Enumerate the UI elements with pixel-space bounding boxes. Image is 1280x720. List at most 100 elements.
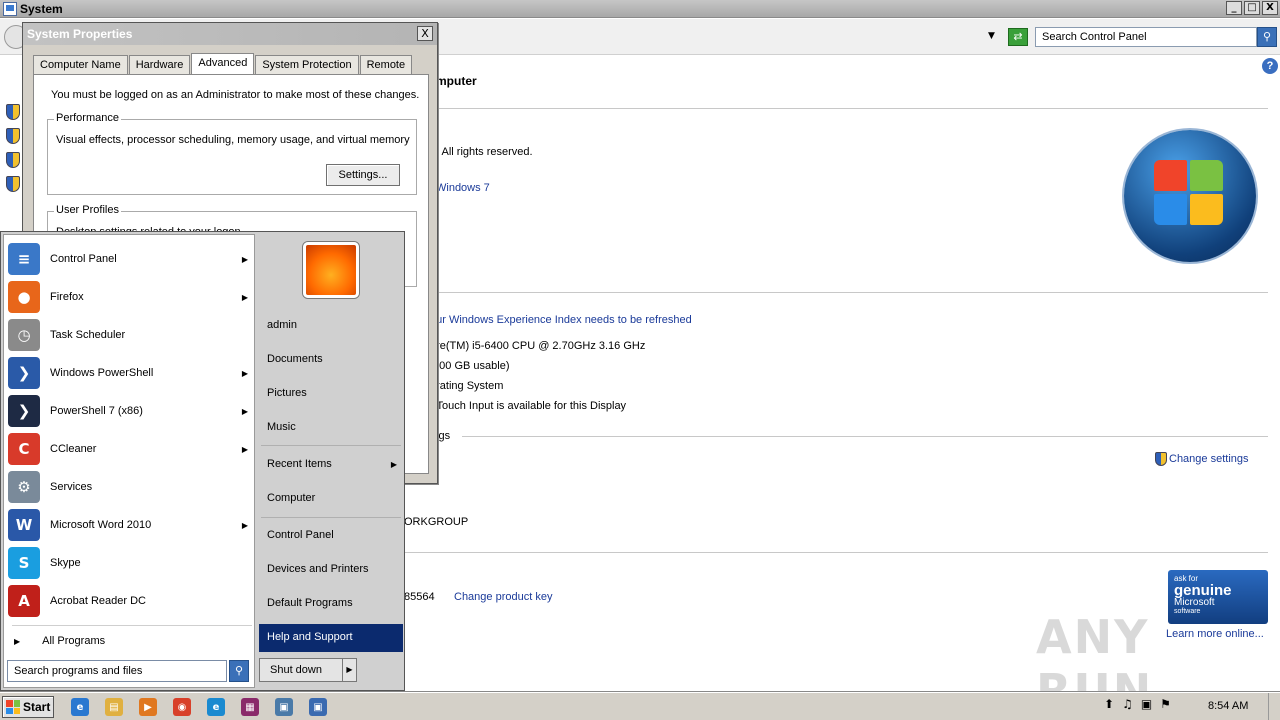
shield-icon[interactable] <box>6 152 20 168</box>
start-menu-place[interactable]: Control Panel <box>259 522 403 550</box>
start-menu-place[interactable]: Computer <box>259 485 403 513</box>
taskbar-button[interactable]: ▶ <box>134 696 162 718</box>
windows-flag-icon <box>1154 160 1226 228</box>
start-menu-place[interactable]: Devices and Printers <box>259 556 403 584</box>
shield-icon[interactable] <box>6 128 20 144</box>
network-icon[interactable]: ▣ <box>1141 697 1152 711</box>
tab-hardware[interactable]: Hardware <box>128 55 191 74</box>
dialog-tabs: Computer Name Hardware Advanced System P… <box>33 53 413 74</box>
tab-computer-name[interactable]: Computer Name <box>33 55 128 74</box>
start-menu-place[interactable]: Help and Support <box>259 624 403 652</box>
processor-value: ore(TM) i5-6400 CPU @ 2.70GHz 3.16 GHz <box>430 340 646 352</box>
tab-remote[interactable]: Remote <box>359 55 413 74</box>
change-settings-label[interactable]: Change settings <box>1169 453 1249 465</box>
window-titlebar: System _ □ X <box>0 0 1280 18</box>
start-menu-item[interactable]: C CCleaner ▶ <box>8 431 252 467</box>
media-player-icon: ▶ <box>139 698 157 716</box>
taskbar-button[interactable]: ◉ <box>168 696 196 718</box>
dialog-close-button[interactable]: X <box>417 26 433 41</box>
taskbar-button[interactable]: ▣ <box>270 696 298 718</box>
task-scheduler-icon: ◷ <box>8 319 40 351</box>
shield-icon[interactable] <box>6 176 20 192</box>
start-menu-item-label: Microsoft Word 2010 <box>50 519 152 531</box>
edge-icon: e <box>207 698 225 716</box>
action-center-icon[interactable]: ⚑ <box>1160 697 1171 711</box>
search-icon[interactable]: ⚲ <box>1257 27 1277 47</box>
start-menu-place-label: Control Panel <box>267 529 334 541</box>
start-menu-place[interactable]: Music <box>259 414 403 442</box>
search-icon[interactable]: ⚲ <box>229 660 249 682</box>
start-menu-item[interactable]: ● Firefox ▶ <box>8 279 252 315</box>
start-menu-item-label: Skype <box>50 557 81 569</box>
start-label: Start <box>23 700 51 714</box>
submenu-arrow-icon: ▶ <box>241 292 248 302</box>
start-menu-place[interactable]: Documents <box>259 346 403 374</box>
start-menu-place[interactable]: Recent Items ▶ <box>259 451 403 479</box>
shield-icon[interactable] <box>6 104 20 120</box>
divider <box>436 292 1268 293</box>
start-menu-place[interactable]: Pictures <box>259 380 403 408</box>
start-search-input[interactable]: Search programs and files <box>7 660 227 682</box>
all-programs-button[interactable]: ▶ All Programs <box>14 635 105 647</box>
experience-index-link[interactable]: our Windows Experience Index needs to be… <box>430 314 692 326</box>
window-controls: _ □ X <box>1226 1 1278 15</box>
taskbar-button[interactable]: e <box>66 696 94 718</box>
start-menu-place-label: Devices and Printers <box>267 563 369 575</box>
edition-link[interactable]: Windows 7 <box>436 182 490 194</box>
shutdown-button[interactable]: Shut down <box>259 658 343 682</box>
minimize-button[interactable]: _ <box>1226 1 1242 15</box>
divider <box>436 108 1268 109</box>
start-menu-item[interactable]: A Acrobat Reader DC <box>8 583 252 619</box>
start-menu-item[interactable]: W Microsoft Word 2010 ▶ <box>8 507 252 543</box>
start-menu-item[interactable]: S Skype <box>8 545 252 581</box>
divider <box>261 445 401 446</box>
performance-settings-button[interactable]: Settings... <box>326 164 400 186</box>
submenu-arrow-icon: ▶ <box>241 406 248 416</box>
maximize-button[interactable]: □ <box>1244 1 1260 15</box>
refresh-button[interactable]: ⇄ <box>1008 28 1028 46</box>
start-menu-place-label: admin <box>267 319 297 331</box>
explorer-icon: ▤ <box>105 698 123 716</box>
taskbar-button[interactable]: ▣ <box>304 696 332 718</box>
help-icon[interactable]: ? <box>1262 58 1278 74</box>
user-picture[interactable] <box>303 242 359 298</box>
search-control-panel-input[interactable]: Search Control Panel <box>1035 27 1257 47</box>
taskbar-button[interactable]: e <box>202 696 230 718</box>
performance-label: Performance <box>54 112 121 124</box>
volume-icon[interactable]: ♫ <box>1122 697 1133 711</box>
shutdown-options-icon[interactable]: ▶ <box>343 658 357 682</box>
start-menu-place[interactable]: Default Programs <box>259 590 403 618</box>
close-button[interactable]: X <box>1262 1 1278 15</box>
tab-system-protection[interactable]: System Protection <box>255 55 359 74</box>
address-dropdown-icon[interactable]: ▼ <box>988 31 995 41</box>
start-menu-item[interactable]: ❯ Windows PowerShell ▶ <box>8 355 252 391</box>
show-desktop-button[interactable] <box>1268 693 1280 720</box>
start-menu-place-label: Documents <box>267 353 323 365</box>
divider <box>404 552 1268 553</box>
performance-group: Performance Visual effects, processor sc… <box>47 112 417 195</box>
all-programs-arrow-icon: ▶ <box>14 636 21 646</box>
start-button[interactable]: Start <box>2 696 54 718</box>
start-menu-place-label: Pictures <box>267 387 307 399</box>
show-hidden-icons-icon[interactable]: ⬆ <box>1104 697 1114 711</box>
start-menu-item[interactable]: ❯ PowerShell 7 (x86) ▶ <box>8 393 252 429</box>
start-menu-item[interactable]: ◷ Task Scheduler <box>8 317 252 353</box>
divider <box>261 517 401 518</box>
start-menu-place[interactable]: admin <box>259 312 403 340</box>
start-menu-item-label: Firefox <box>50 291 84 303</box>
dialog-titlebar: System Properties X <box>23 23 437 45</box>
start-menu-item-label: Task Scheduler <box>50 329 126 341</box>
change-settings-link[interactable]: Change settings <box>1155 452 1249 466</box>
start-menu-item[interactable]: ≡ Control Panel ▶ <box>8 241 252 277</box>
start-menu-item[interactable]: ⚙ Services <box>8 469 252 505</box>
shield-icon <box>1155 452 1167 466</box>
powershell-icon: ❯ <box>8 357 40 389</box>
change-product-key-link[interactable]: Change product key <box>454 591 552 603</box>
tab-advanced[interactable]: Advanced <box>191 53 255 74</box>
clock[interactable]: 8:54 AM <box>1208 700 1248 712</box>
start-menu-place-label: Recent Items <box>267 458 332 470</box>
taskbar-button[interactable]: ▦ <box>236 696 264 718</box>
start-menu-programs: ▶ All Programs ≡ Control Panel ▶ ● Firefox ▶ ◷… <box>3 234 255 688</box>
taskbar-button[interactable]: ▤ <box>100 696 128 718</box>
submenu-arrow-icon: ▶ <box>241 368 248 378</box>
